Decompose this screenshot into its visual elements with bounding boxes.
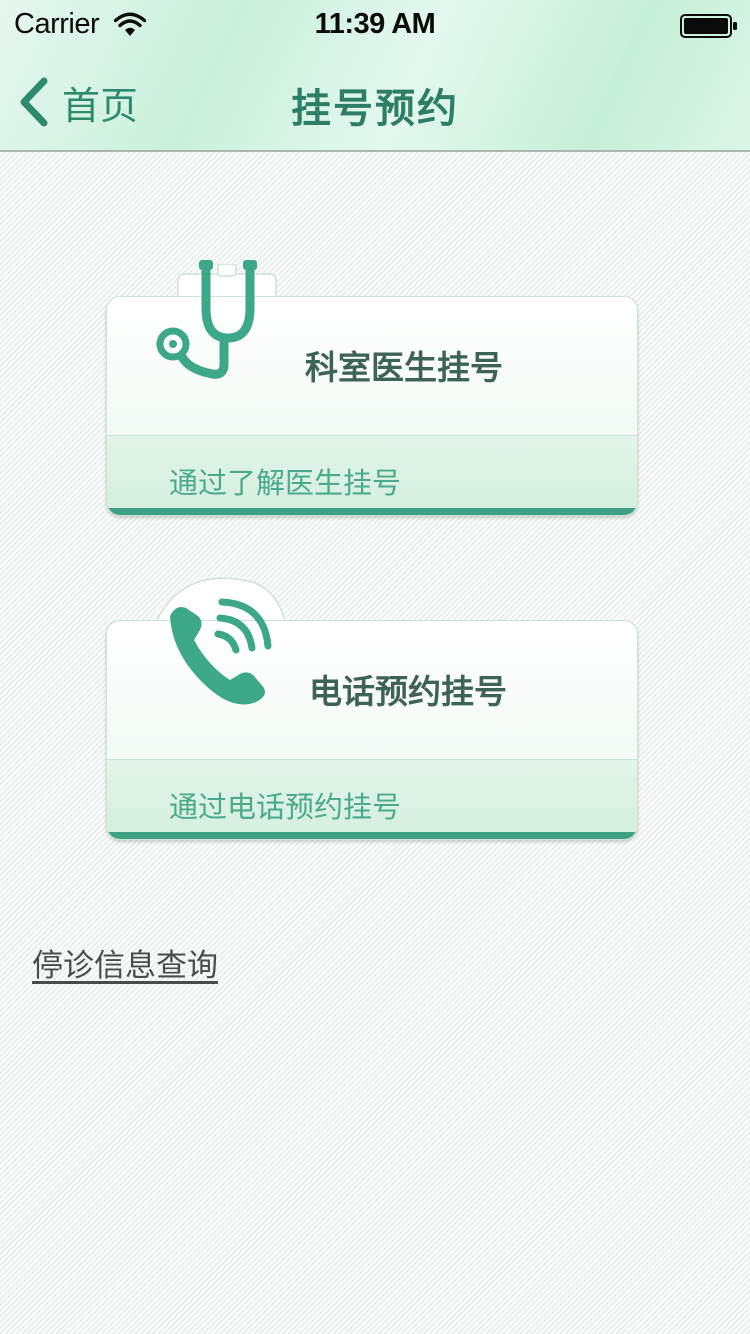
card-subtitle: 通过了解医生挂号 [169, 466, 402, 500]
department-doctor-card[interactable]: 科室医生挂号 通过了解医生挂号 [106, 260, 638, 516]
card-title: 科室医生挂号 [305, 348, 503, 387]
page-title: 挂号预约 [291, 86, 459, 132]
stop-info-link[interactable]: 停诊信息查询 [32, 940, 218, 985]
stethoscope-icon [156, 260, 257, 379]
battery-icon [680, 14, 737, 38]
phone-booking-card[interactable]: 电话预约挂号 通过电话预约挂号 [106, 577, 638, 840]
header: Carrier 11:39 AM 首页 挂号预约 [0, 0, 750, 152]
card-title: 电话预约挂号 [309, 672, 507, 711]
status-bar: Carrier 11:39 AM [0, 0, 750, 52]
card-footer: 通过电话预约挂号 [107, 759, 637, 839]
nav-bar: 首页 挂号预约 [0, 52, 750, 152]
card-footer: 通过了解医生挂号 [107, 435, 637, 515]
status-time: 11:39 AM [314, 8, 436, 40]
card-subtitle: 通过电话预约挂号 [169, 790, 402, 824]
phone-icon [170, 598, 272, 705]
